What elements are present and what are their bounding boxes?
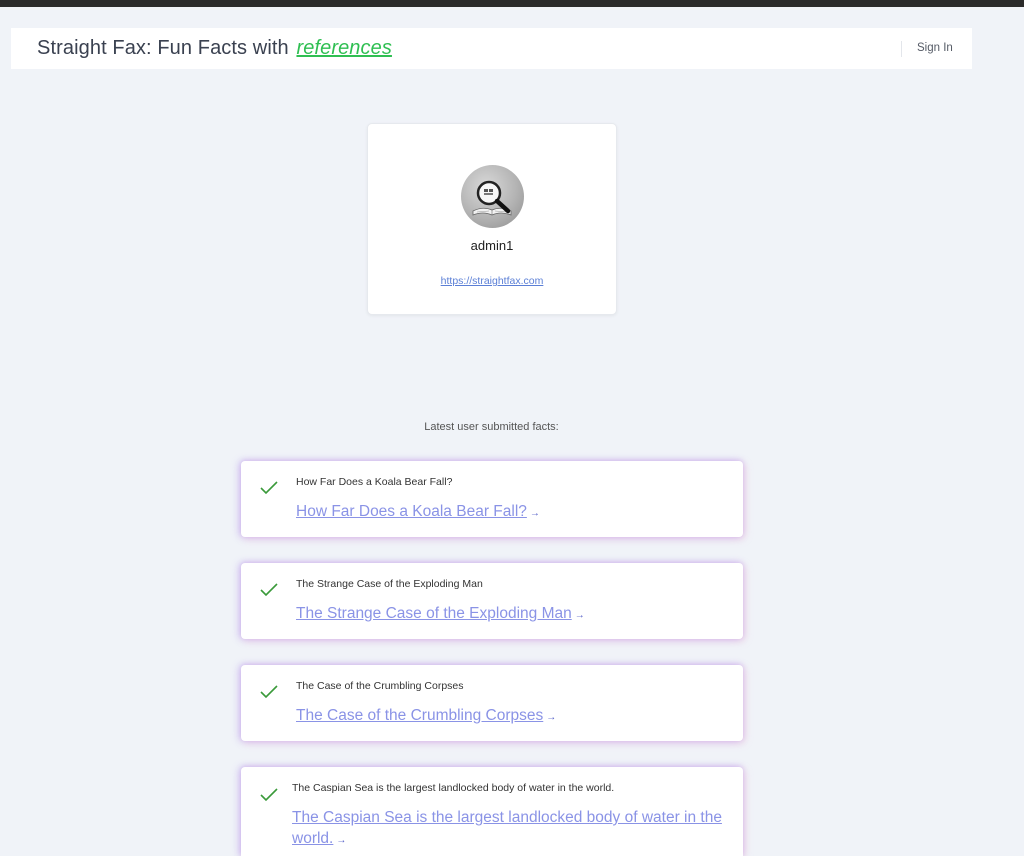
fact-title: The Case of the Crumbling Corpses: [296, 680, 464, 692]
fact-card: How Far Does a Koala Bear Fall? How Far …: [241, 461, 743, 537]
fact-title: The Strange Case of the Exploding Man: [296, 578, 483, 590]
fact-link-text: The Caspian Sea is the largest landlocke…: [292, 809, 722, 847]
check-icon: [260, 685, 278, 699]
browser-top-bar: [0, 0, 1024, 7]
brand-highlight: references: [296, 37, 392, 59]
arrow-right-icon: →: [574, 610, 585, 621]
check-icon: [260, 583, 278, 597]
fact-link[interactable]: The Case of the Crumbling Corpses →: [296, 705, 726, 728]
fact-title: The Caspian Sea is the largest landlocke…: [292, 782, 615, 794]
sign-in-link[interactable]: Sign In: [917, 42, 953, 54]
site-header: Straight Fax: Fun Facts with references …: [11, 28, 972, 69]
fact-link-text: The Case of the Crumbling Corpses: [296, 707, 544, 724]
magnifier-book-icon: [472, 180, 512, 216]
avatar: [461, 165, 524, 228]
fact-link-text: How Far Does a Koala Bear Fall?: [296, 503, 527, 520]
fact-link[interactable]: How Far Does a Koala Bear Fall? →: [296, 501, 726, 524]
check-icon: [260, 481, 278, 495]
site-brand[interactable]: Straight Fax: Fun Facts with references: [37, 37, 392, 60]
header-divider: [901, 41, 902, 57]
fact-link-text: The Strange Case of the Exploding Man: [296, 605, 572, 622]
profile-username: admin1: [470, 238, 514, 253]
profile-card: admin1 https://straightfax.com: [367, 123, 617, 315]
arrow-right-icon: →: [336, 835, 347, 846]
fact-card: The Case of the Crumbling Corpses The Ca…: [241, 665, 743, 741]
check-icon: [260, 788, 278, 802]
profile-website-link[interactable]: https://straightfax.com: [368, 275, 616, 287]
fact-title: How Far Does a Koala Bear Fall?: [296, 476, 453, 488]
latest-facts-heading: Latest user submitted facts:: [424, 421, 559, 433]
arrow-right-icon: →: [546, 712, 557, 723]
fact-card: The Strange Case of the Exploding Man Th…: [241, 563, 743, 639]
fact-link[interactable]: The Caspian Sea is the largest landlocke…: [292, 807, 722, 851]
arrow-right-icon: →: [529, 508, 540, 519]
fact-card: The Caspian Sea is the largest landlocke…: [241, 767, 743, 856]
fact-link[interactable]: The Strange Case of the Exploding Man →: [296, 603, 726, 626]
brand-title: Straight Fax: Fun Facts with: [37, 37, 289, 59]
